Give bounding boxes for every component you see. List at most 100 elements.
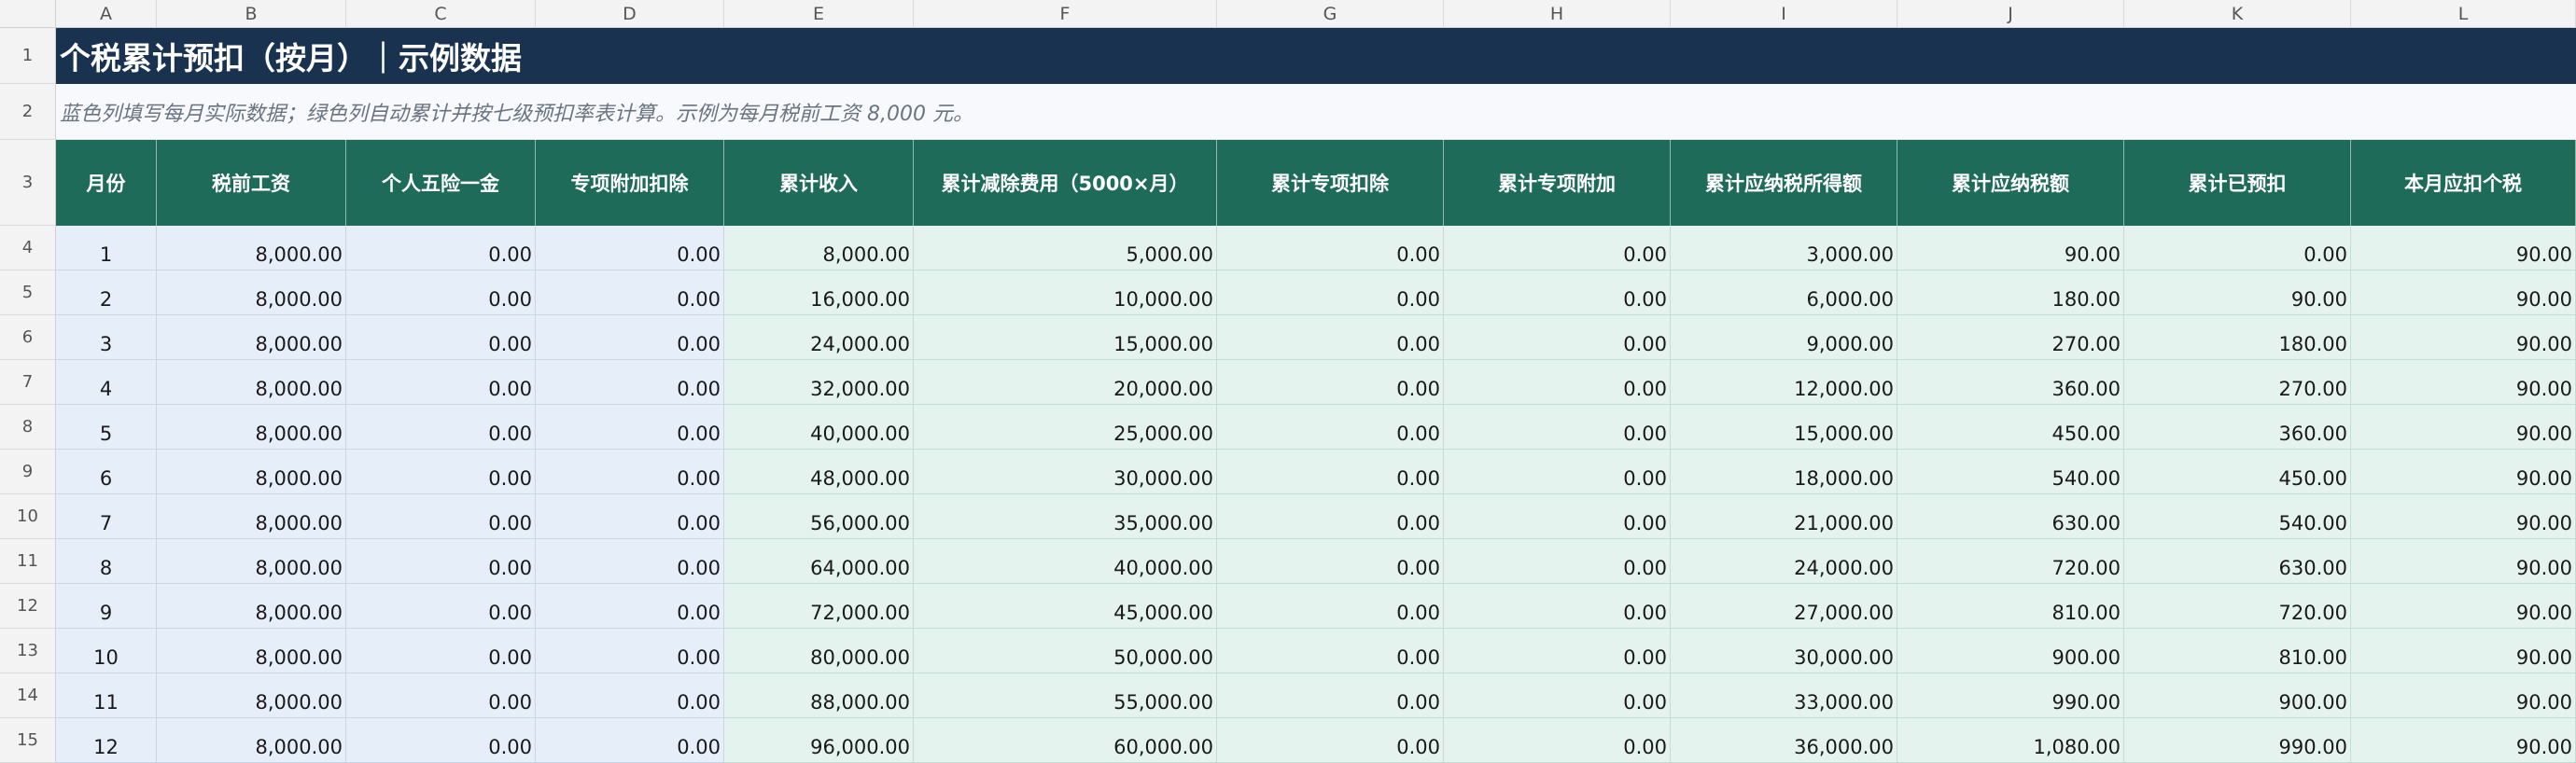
table-header-j[interactable]: 累计应纳税额 bbox=[1897, 140, 2124, 226]
table-cell[interactable]: 90.00 bbox=[2351, 584, 2576, 629]
table-cell[interactable]: 180.00 bbox=[1897, 271, 2124, 315]
table-cell[interactable]: 8,000.00 bbox=[157, 315, 346, 360]
table-cell[interactable]: 80,000.00 bbox=[724, 629, 914, 673]
table-cell[interactable]: 20,000.00 bbox=[914, 360, 1217, 405]
table-cell[interactable]: 0.00 bbox=[536, 539, 724, 584]
table-cell[interactable]: 40,000.00 bbox=[724, 405, 914, 450]
table-cell[interactable]: 0.00 bbox=[1217, 450, 1444, 494]
table-cell[interactable]: 0.00 bbox=[536, 271, 724, 315]
table-cell[interactable]: 0.00 bbox=[346, 405, 536, 450]
table-cell[interactable]: 8,000.00 bbox=[157, 539, 346, 584]
table-cell[interactable]: 8,000.00 bbox=[157, 360, 346, 405]
table-cell[interactable]: 0.00 bbox=[346, 494, 536, 539]
table-cell[interactable]: 990.00 bbox=[2124, 718, 2351, 763]
table-cell[interactable]: 0.00 bbox=[1217, 539, 1444, 584]
table-cell[interactable]: 48,000.00 bbox=[724, 450, 914, 494]
table-cell[interactable]: 90.00 bbox=[2351, 226, 2576, 271]
table-cell[interactable]: 0.00 bbox=[346, 584, 536, 629]
table-cell[interactable]: 64,000.00 bbox=[724, 539, 914, 584]
table-cell[interactable]: 18,000.00 bbox=[1671, 450, 1897, 494]
row-header-8[interactable]: 8 bbox=[0, 405, 56, 450]
table-header-k[interactable]: 累计已预扣 bbox=[2124, 140, 2351, 226]
table-cell[interactable]: 0.00 bbox=[536, 718, 724, 763]
table-cell[interactable]: 16,000.00 bbox=[724, 271, 914, 315]
table-cell[interactable]: 450.00 bbox=[2124, 450, 2351, 494]
row-header-1[interactable]: 1 bbox=[0, 28, 56, 84]
table-cell[interactable]: 1,080.00 bbox=[1897, 718, 2124, 763]
table-cell[interactable]: 5,000.00 bbox=[914, 226, 1217, 271]
table-cell[interactable]: 7 bbox=[56, 494, 157, 539]
sheet-title[interactable]: 个税累计预扣（按月）｜示例数据 bbox=[56, 28, 2576, 84]
table-cell[interactable]: 0.00 bbox=[346, 271, 536, 315]
table-cell[interactable]: 450.00 bbox=[1897, 405, 2124, 450]
table-cell[interactable]: 0.00 bbox=[536, 360, 724, 405]
table-cell[interactable]: 27,000.00 bbox=[1671, 584, 1897, 629]
table-cell[interactable]: 1 bbox=[56, 226, 157, 271]
table-cell[interactable]: 8,000.00 bbox=[157, 584, 346, 629]
table-cell[interactable]: 8,000.00 bbox=[157, 226, 346, 271]
table-cell[interactable]: 8,000.00 bbox=[157, 450, 346, 494]
table-cell[interactable]: 9 bbox=[56, 584, 157, 629]
table-cell[interactable]: 4 bbox=[56, 360, 157, 405]
table-cell[interactable]: 12,000.00 bbox=[1671, 360, 1897, 405]
table-cell[interactable]: 30,000.00 bbox=[1671, 629, 1897, 673]
table-cell[interactable]: 32,000.00 bbox=[724, 360, 914, 405]
table-cell[interactable]: 0.00 bbox=[346, 718, 536, 763]
table-header-d[interactable]: 专项附加扣除 bbox=[536, 140, 724, 226]
table-cell[interactable]: 8,000.00 bbox=[724, 226, 914, 271]
table-cell[interactable]: 8,000.00 bbox=[157, 405, 346, 450]
select-all-corner[interactable] bbox=[0, 0, 56, 28]
table-cell[interactable]: 90.00 bbox=[2351, 629, 2576, 673]
table-cell[interactable]: 810.00 bbox=[2124, 629, 2351, 673]
table-cell[interactable]: 50,000.00 bbox=[914, 629, 1217, 673]
table-cell[interactable]: 0.00 bbox=[346, 226, 536, 271]
table-cell[interactable]: 0.00 bbox=[346, 539, 536, 584]
table-cell[interactable]: 6 bbox=[56, 450, 157, 494]
table-cell[interactable]: 0.00 bbox=[1444, 494, 1671, 539]
table-cell[interactable]: 60,000.00 bbox=[914, 718, 1217, 763]
table-cell[interactable]: 90.00 bbox=[2351, 450, 2576, 494]
table-cell[interactable]: 0.00 bbox=[1444, 539, 1671, 584]
table-cell[interactable]: 0.00 bbox=[1444, 718, 1671, 763]
table-cell[interactable]: 11 bbox=[56, 673, 157, 718]
table-cell[interactable]: 810.00 bbox=[1897, 584, 2124, 629]
row-header-6[interactable]: 6 bbox=[0, 315, 56, 360]
table-cell[interactable]: 90.00 bbox=[2351, 360, 2576, 405]
table-cell[interactable]: 8,000.00 bbox=[157, 494, 346, 539]
table-cell[interactable]: 6,000.00 bbox=[1671, 271, 1897, 315]
table-cell[interactable]: 0.00 bbox=[1217, 584, 1444, 629]
table-cell[interactable]: 0.00 bbox=[1217, 494, 1444, 539]
table-cell[interactable]: 90.00 bbox=[2124, 271, 2351, 315]
table-cell[interactable]: 360.00 bbox=[2124, 405, 2351, 450]
table-cell[interactable]: 0.00 bbox=[536, 315, 724, 360]
table-cell[interactable]: 3 bbox=[56, 315, 157, 360]
table-cell[interactable]: 90.00 bbox=[1897, 226, 2124, 271]
row-header-15[interactable]: 15 bbox=[0, 718, 56, 763]
table-cell[interactable]: 900.00 bbox=[1897, 629, 2124, 673]
row-header-2[interactable]: 2 bbox=[0, 84, 56, 140]
table-cell[interactable]: 90.00 bbox=[2351, 673, 2576, 718]
table-cell[interactable]: 90.00 bbox=[2351, 405, 2576, 450]
table-cell[interactable]: 0.00 bbox=[536, 405, 724, 450]
table-cell[interactable]: 0.00 bbox=[1217, 271, 1444, 315]
table-cell[interactable]: 0.00 bbox=[536, 629, 724, 673]
column-header-h[interactable]: H bbox=[1444, 0, 1671, 28]
table-header-c[interactable]: 个人五险一金 bbox=[346, 140, 536, 226]
table-header-f[interactable]: 累计减除费用（5000×月） bbox=[914, 140, 1217, 226]
table-cell[interactable]: 30,000.00 bbox=[914, 450, 1217, 494]
row-header-12[interactable]: 12 bbox=[0, 584, 56, 629]
table-cell[interactable]: 36,000.00 bbox=[1671, 718, 1897, 763]
table-cell[interactable]: 8,000.00 bbox=[157, 718, 346, 763]
table-cell[interactable]: 2 bbox=[56, 271, 157, 315]
table-cell[interactable]: 0.00 bbox=[1217, 405, 1444, 450]
table-cell[interactable]: 0.00 bbox=[1444, 315, 1671, 360]
table-cell[interactable]: 8 bbox=[56, 539, 157, 584]
table-cell[interactable]: 630.00 bbox=[1897, 494, 2124, 539]
table-cell[interactable]: 33,000.00 bbox=[1671, 673, 1897, 718]
table-cell[interactable]: 630.00 bbox=[2124, 539, 2351, 584]
table-cell[interactable]: 90.00 bbox=[2351, 494, 2576, 539]
table-header-b[interactable]: 税前工资 bbox=[157, 140, 346, 226]
table-cell[interactable]: 90.00 bbox=[2351, 539, 2576, 584]
table-cell[interactable]: 0.00 bbox=[1217, 226, 1444, 271]
table-cell[interactable]: 0.00 bbox=[1217, 629, 1444, 673]
